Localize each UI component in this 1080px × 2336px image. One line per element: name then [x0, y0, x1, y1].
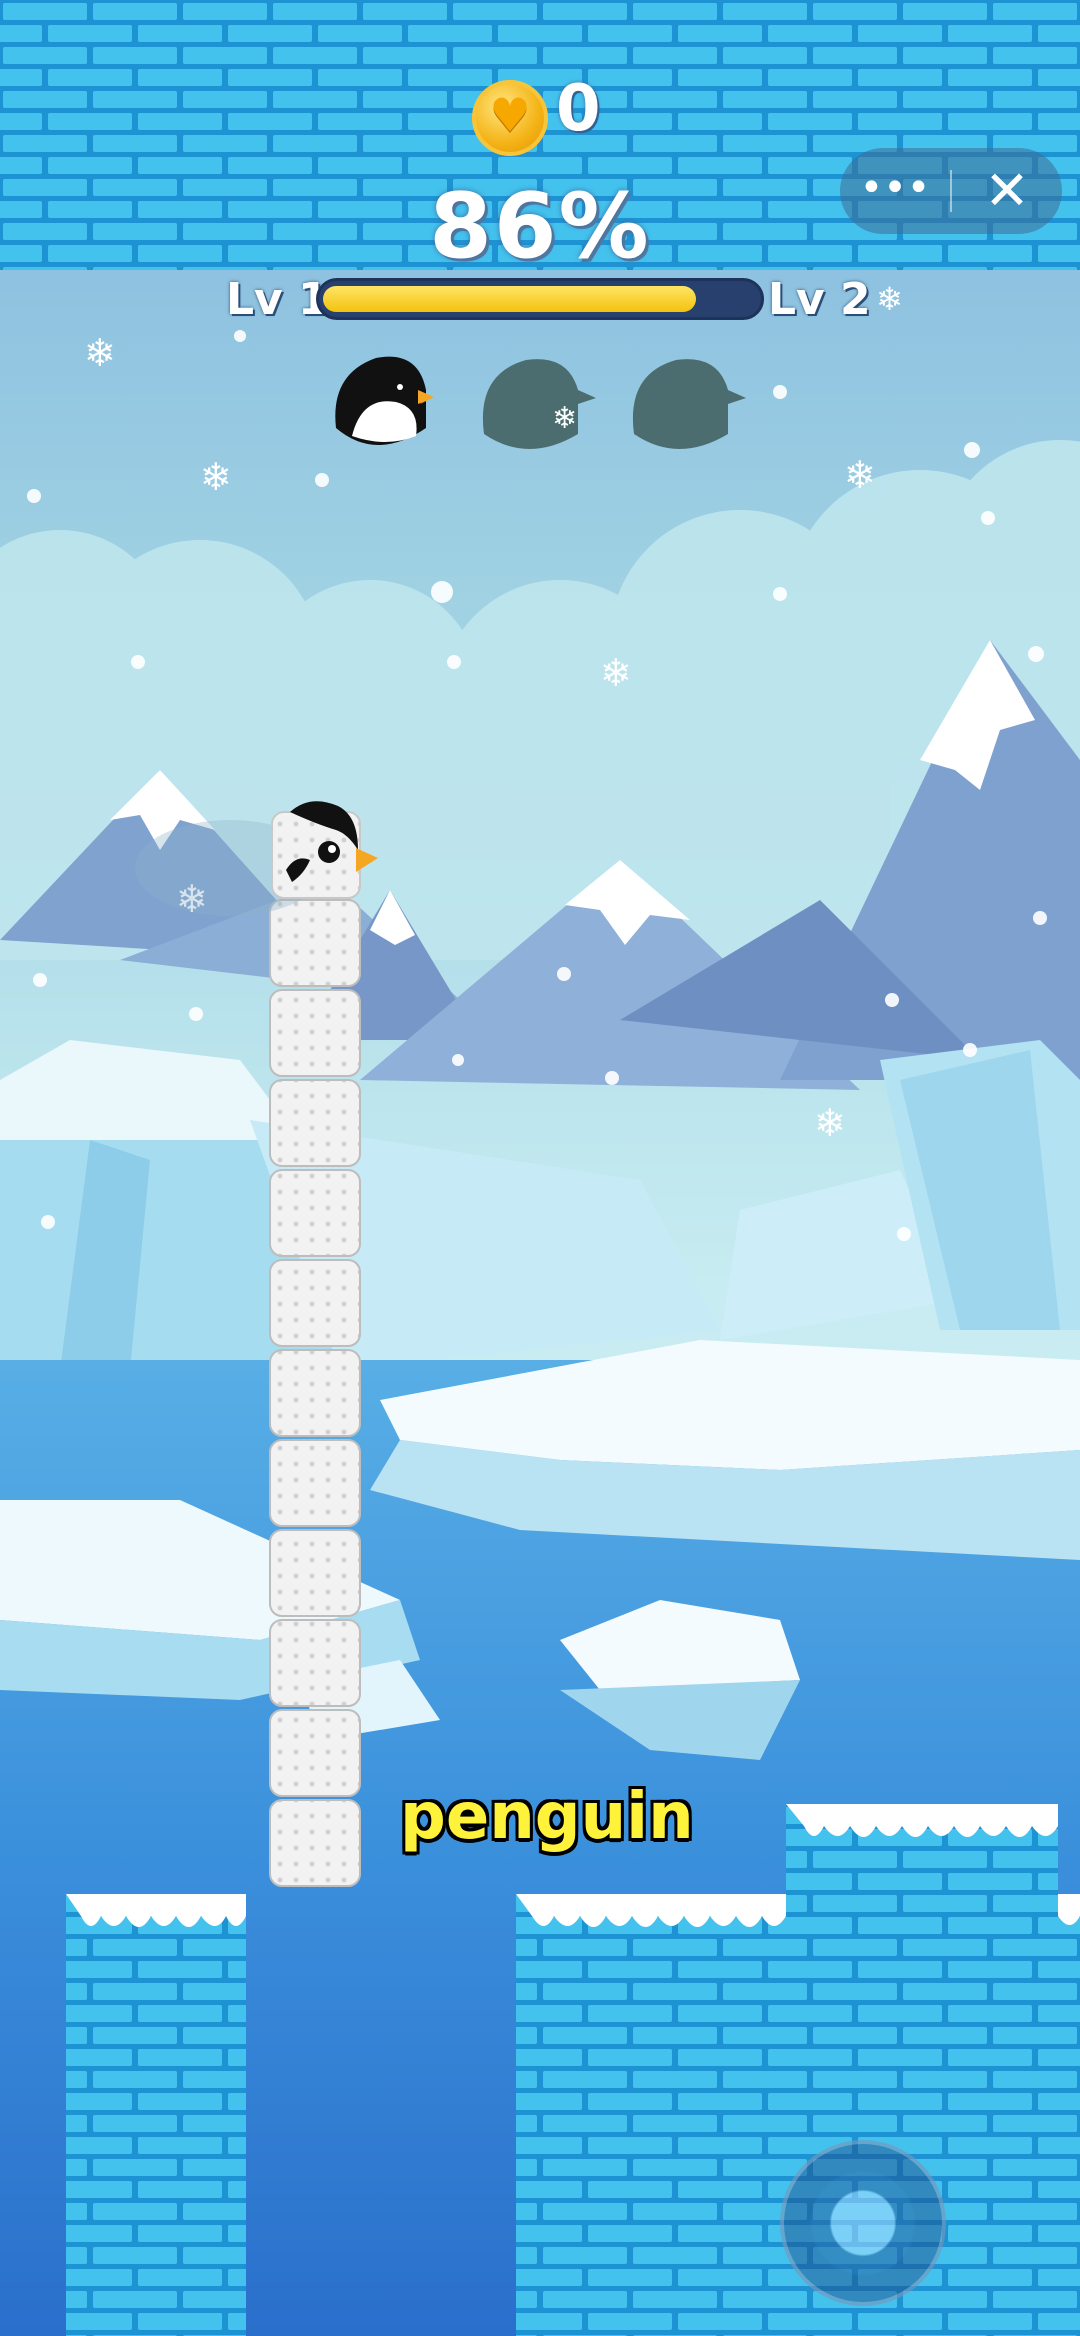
- stack-block: [269, 1709, 361, 1797]
- level-current-label: Lv 1: [226, 274, 329, 325]
- coin-count: 0: [556, 72, 601, 146]
- ice-brick-pillar-left: [66, 1894, 246, 2336]
- stack-block: [269, 1169, 361, 1257]
- game-scene: ❄❄ ❄ ❄❄❄ ❄ ❄: [0, 0, 1080, 2336]
- stack-block: [269, 989, 361, 1077]
- coin-icon: [472, 80, 548, 156]
- stack-block: [269, 1349, 361, 1437]
- more-icon[interactable]: •••: [840, 148, 950, 234]
- stack-block: [269, 1619, 361, 1707]
- stack-block: [269, 1079, 361, 1167]
- mini-program-menu: ••• ✕: [840, 148, 1062, 234]
- progress-percent: 86%: [429, 174, 651, 279]
- svg-text:❄: ❄: [84, 331, 116, 375]
- close-icon[interactable]: ✕: [952, 148, 1062, 234]
- block-stack: [269, 899, 361, 1887]
- level-progress-fill: [323, 286, 696, 312]
- jump-joystick-button[interactable]: [780, 2140, 946, 2306]
- stack-block: [269, 1529, 361, 1617]
- level-next-label: Lv 2: [768, 274, 871, 325]
- stack-block: [269, 1439, 361, 1527]
- word-caption: penguin: [400, 1780, 694, 1854]
- svg-text:❄: ❄: [844, 453, 876, 497]
- svg-text:❄: ❄: [876, 280, 903, 318]
- svg-text:❄: ❄: [814, 1101, 846, 1145]
- svg-text:❄: ❄: [600, 651, 632, 695]
- stack-block: [269, 1799, 361, 1887]
- stack-block: [269, 1259, 361, 1347]
- snowflake-glyph: ❄: [552, 401, 577, 436]
- svg-text:❄: ❄: [200, 455, 232, 499]
- stack-block: [269, 899, 361, 987]
- level-progress-bar: [316, 278, 764, 320]
